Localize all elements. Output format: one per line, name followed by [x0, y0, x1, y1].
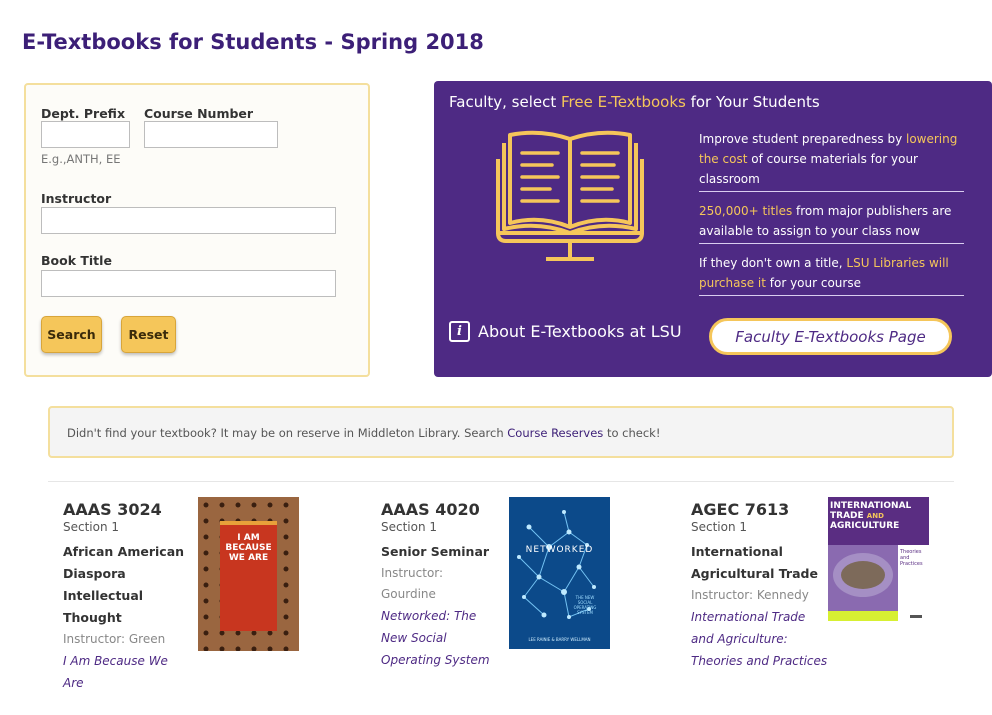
faculty-etextbooks-button[interactable]: Faculty E-Textbooks Page	[709, 318, 952, 355]
book-title-link[interactable]: International Trade and Agriculture: The…	[691, 606, 841, 672]
cover-subtitle: THE NEW SOCIAL OPERATING SYSTEM	[563, 595, 607, 615]
notice-text-end: to check!	[603, 426, 661, 440]
cover-authors: LEE RAINIE & BARRY WELLMAN	[528, 637, 591, 642]
course-instructor-line: Instructor: Kennedy	[691, 588, 809, 602]
promo-bullet-highlight: 250,000+ titles	[699, 204, 793, 218]
course-instructor: Instructor: Gourdine	[381, 563, 521, 605]
course-name-line: International	[691, 544, 783, 559]
cover-title-line: AGRICULTURE	[830, 521, 900, 531]
book-cover-i-am-because-we-are[interactable]: I AM BECAUSE WE ARE	[198, 497, 299, 651]
about-etextbooks-label[interactable]: About E-Textbooks at LSU	[478, 322, 682, 341]
book-title-line[interactable]: Operating System	[381, 649, 521, 671]
faculty-promo-panel: Faculty, select Free E-Textbooks for You…	[434, 81, 992, 377]
book-cover-art	[509, 497, 610, 649]
course-code: AGEC 7613	[691, 500, 790, 519]
cover-subtitle-line: Practices	[900, 561, 923, 567]
course-instructor-line: Instructor: Green	[63, 632, 166, 646]
promo-bullet-text: If they don't own a title,	[699, 256, 847, 270]
dept-prefix-hint: E.g.,ANTH, EE	[41, 152, 121, 166]
cover-subtitle: Theories and Practices	[900, 549, 927, 567]
course-number-input[interactable]	[144, 121, 278, 148]
instructor-input[interactable]	[41, 207, 336, 234]
course-name-line: Thought	[63, 610, 122, 625]
course-name: African American Diaspora Intellectual T…	[63, 541, 203, 629]
promo-heading-highlight[interactable]: Free E-Textbooks	[561, 93, 686, 111]
course-section: Section 1	[691, 520, 748, 534]
book-title-line[interactable]: and Agriculture:	[691, 628, 841, 650]
book-title-line[interactable]: New Social	[381, 627, 521, 649]
cover-title-line: INTERNATIONAL	[830, 501, 912, 511]
cover-title-line: TRADE AND	[830, 511, 927, 521]
cover-title-line: WE ARE	[228, 553, 269, 563]
ebook-monitor-icon	[496, 130, 644, 261]
notice-text: Didn't find your textbook? It may be on …	[67, 426, 508, 440]
book-cover-art	[198, 497, 299, 651]
promo-heading: Faculty, select Free E-Textbooks for You…	[449, 93, 820, 111]
book-title-line[interactable]: Theories and Practices	[691, 650, 841, 672]
course-instructor: Instructor: Kennedy	[691, 585, 841, 606]
course-card: AAAS 3024 Section 1 African American Dia…	[63, 500, 203, 694]
reset-button[interactable]: Reset	[121, 316, 176, 353]
book-title-line[interactable]: Are	[63, 672, 203, 694]
promo-bullet-cost: Improve student preparedness by lowering…	[699, 129, 964, 192]
about-etextbooks-link[interactable]: i About E-Textbooks at LSU	[449, 321, 682, 342]
course-code: AAAS 4020	[381, 500, 480, 519]
course-code: AAAS 3024	[63, 500, 162, 519]
section-divider	[48, 481, 954, 482]
course-name-line: Intellectual	[63, 588, 144, 603]
cover-title: INTERNATIONAL TRADE AND AGRICULTURE	[830, 501, 927, 531]
book-cover-networked[interactable]: NETWORKED THE NEW SOCIAL OPERATING SYSTE…	[509, 497, 610, 649]
book-title-link[interactable]: I Am Because We Are	[63, 650, 203, 694]
cover-title: I AM BECAUSE WE ARE	[220, 533, 277, 563]
cover-subtitle-line: SYSTEM	[577, 610, 593, 615]
cover-title-line: I AM	[237, 533, 260, 543]
promo-bullet-titles: 250,000+ titles from major publishers ar…	[699, 201, 964, 244]
book-title-input[interactable]	[41, 270, 336, 297]
course-reserves-link[interactable]: Course Reserves	[507, 426, 603, 440]
book-cover-international-trade[interactable]: INTERNATIONAL TRADE AND AGRICULTURE Theo…	[828, 497, 929, 629]
cover-title: NETWORKED	[525, 545, 594, 555]
course-card: AAAS 4020 Section 1 Senior Seminar Instr…	[381, 500, 521, 671]
course-section: Section 1	[63, 520, 120, 534]
promo-bullet-text: for your course	[765, 276, 861, 290]
page-title: E-Textbooks for Students - Spring 2018	[22, 30, 484, 54]
course-name-line: African American	[63, 544, 185, 559]
course-instructor-line: Gourdine	[381, 587, 436, 601]
course-name: Senior Seminar	[381, 541, 521, 563]
instructor-label: Instructor	[41, 191, 112, 206]
course-card: AGEC 7613 Section 1 International Agricu…	[691, 500, 841, 672]
promo-bullet-text: Improve student preparedness by	[699, 132, 906, 146]
book-title-line[interactable]: I Am Because We	[63, 650, 203, 672]
info-icon: i	[449, 321, 470, 342]
course-name: International Agricultural Trade	[691, 541, 841, 585]
book-title-link[interactable]: Networked: The New Social Operating Syst…	[381, 605, 521, 671]
promo-bullet-purchase: If they don't own a title, LSU Libraries…	[699, 253, 964, 296]
cover-title-and: AND	[866, 512, 884, 520]
course-name-line: Senior Seminar	[381, 544, 490, 559]
book-title-line[interactable]: Networked: The	[381, 605, 521, 627]
cover-title-word: TRADE	[830, 511, 864, 521]
course-number-label: Course Number	[144, 106, 254, 121]
dept-prefix-input[interactable]	[41, 121, 130, 148]
course-instructor: Instructor: Green	[63, 629, 203, 650]
course-name-line: Agricultural Trade	[691, 566, 818, 581]
course-instructor-line: Instructor:	[381, 566, 444, 580]
promo-heading-post: for Your Students	[685, 93, 820, 111]
book-title-label: Book Title	[41, 253, 112, 268]
course-name-line: Diaspora	[63, 566, 126, 581]
book-title-line[interactable]: International Trade	[691, 606, 841, 628]
search-button[interactable]: Search	[41, 316, 102, 353]
promo-heading-pre: Faculty, select	[449, 93, 561, 111]
course-section: Section 1	[381, 520, 438, 534]
cover-title-line: BECAUSE	[225, 543, 272, 553]
course-reserves-notice: Didn't find your textbook? It may be on …	[48, 406, 954, 458]
search-panel: Dept. Prefix Course Number E.g.,ANTH, EE…	[24, 83, 370, 377]
dept-prefix-label: Dept. Prefix	[41, 106, 126, 121]
